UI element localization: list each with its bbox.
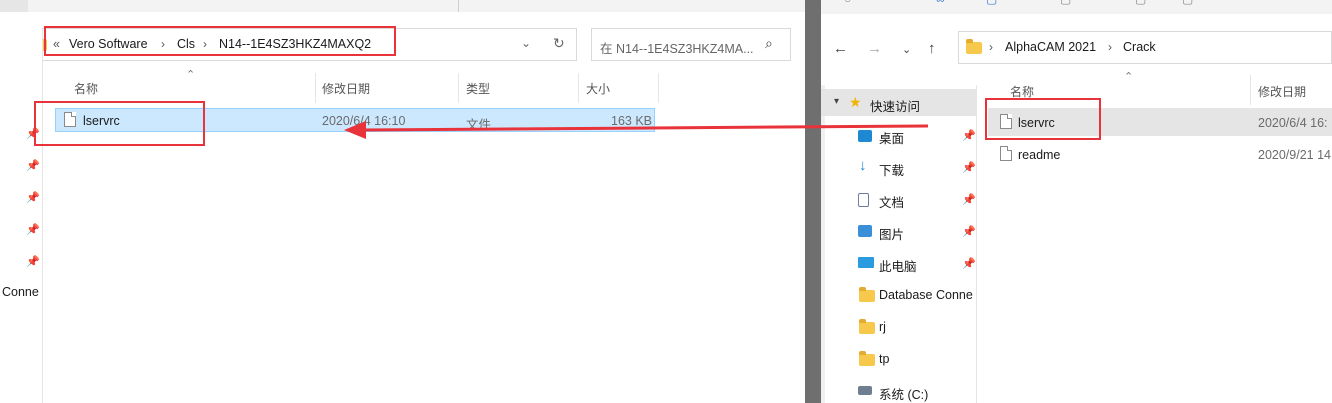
annotation-arrow-head bbox=[344, 121, 366, 139]
annotation-arrow-line bbox=[361, 124, 929, 132]
annotation-arrow bbox=[344, 121, 929, 139]
